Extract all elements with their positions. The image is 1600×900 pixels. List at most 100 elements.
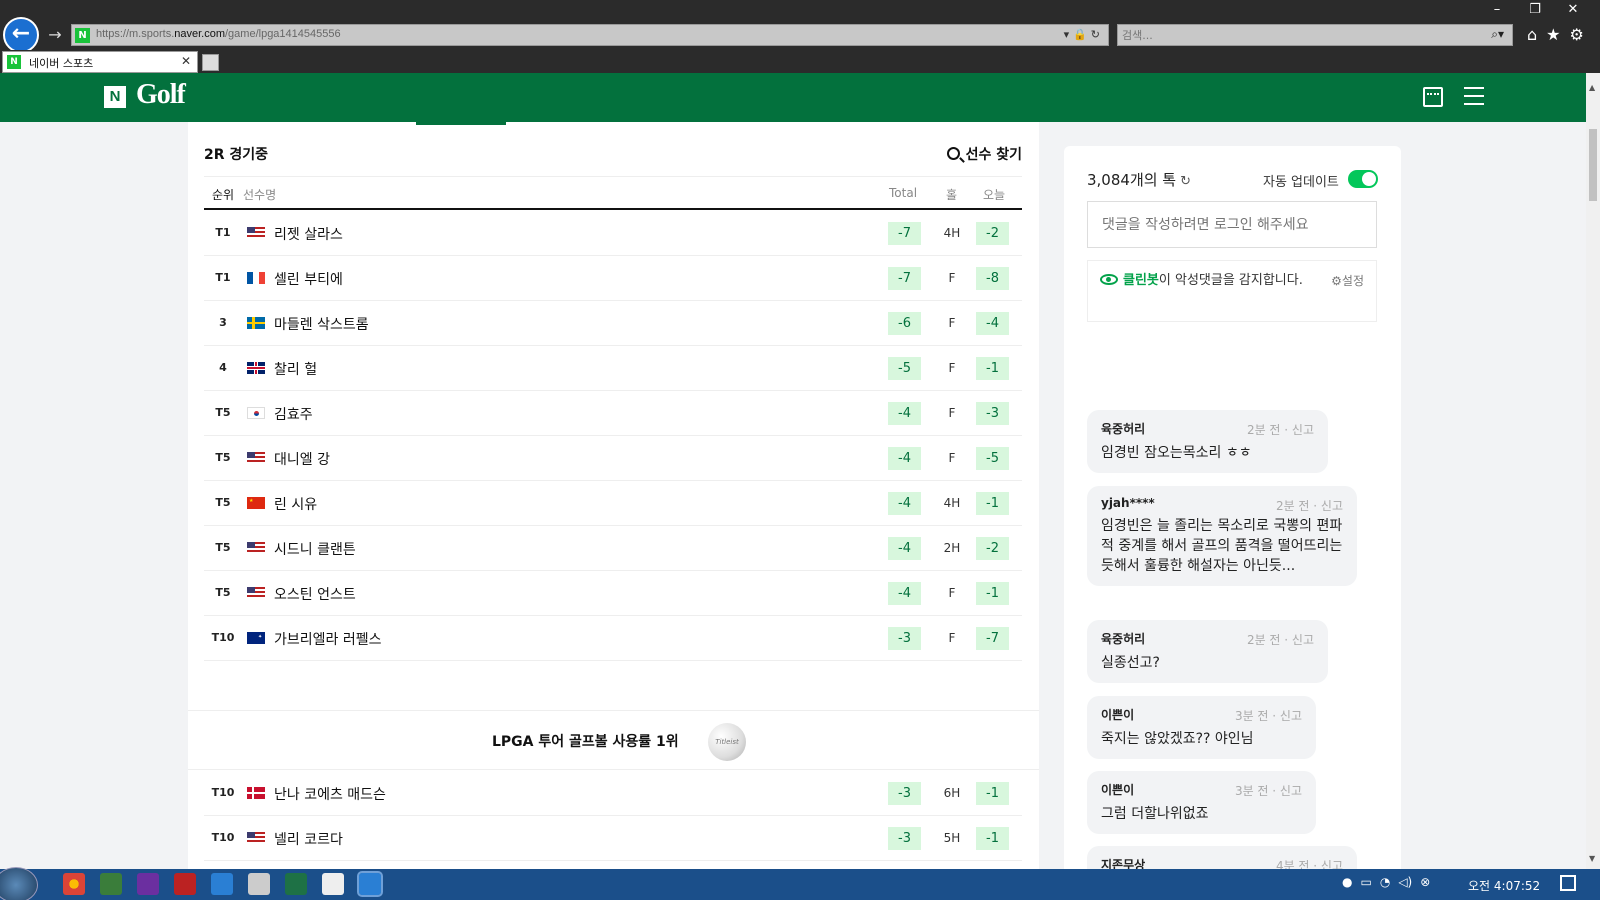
leaderboard-row[interactable]: 3 마들렌 삭스트롬 -6 F -4	[204, 301, 1022, 346]
hole-status: 4H	[943, 226, 961, 240]
hole-status: F	[948, 406, 956, 420]
ie-active-app-icon[interactable]	[357, 871, 383, 897]
player-name[interactable]: 리젯 살라스	[274, 224, 343, 244]
player-rank: T5	[215, 406, 231, 419]
app-icon-computer[interactable]	[248, 873, 270, 895]
favorites-star-icon[interactable]: ★	[1546, 25, 1560, 44]
total-score: -3	[888, 782, 921, 805]
player-name[interactable]: 셀린 부티에	[274, 269, 343, 289]
tab-naver-sports[interactable]: N 네이버 스포츠 ✕	[2, 51, 198, 73]
auto-update-toggle[interactable]	[1348, 170, 1378, 188]
network-icon[interactable]: ◔	[1380, 875, 1390, 889]
hole-status: 2H	[943, 541, 961, 555]
col-player-sort[interactable]: 선수명	[243, 186, 276, 203]
leaderboard-row[interactable]: T10 ✦ 가브리엘라 러펠스 -3 F -7	[204, 616, 1022, 661]
browser-search-input[interactable]	[1122, 27, 1452, 43]
leaderboard-row[interactable]: T1 셀린 부티에 -7 F -8	[204, 256, 1022, 301]
player-name[interactable]: 찰리 헐	[274, 359, 317, 379]
find-player-button[interactable]: 선수 찾기	[946, 144, 1022, 164]
back-button[interactable]: ←	[3, 17, 39, 53]
page-scrollbar[interactable]: ▲ ▼	[1586, 73, 1600, 869]
tray-close-icon[interactable]: ⊗	[1420, 875, 1430, 889]
leaderboard-row[interactable]: T5 오스틴 언스트 -4 F -1	[204, 571, 1022, 616]
player-rank: T10	[211, 831, 235, 844]
player-name[interactable]: 김효주	[274, 404, 313, 424]
url-text: https://m.sports.naver.com/game/lpga1414…	[96, 28, 341, 40]
golf-logo-text[interactable]: Golf	[136, 79, 186, 111]
ie-app-icon[interactable]	[211, 873, 233, 895]
cleanbot-notice: 클린봇이 악성댓글을 감지합니다. ⚙설정	[1087, 260, 1377, 322]
leaderboard-row[interactable]: T10 난나 코에츠 매드슨 -3 6H -1	[204, 771, 1022, 816]
volume-icon[interactable]: ◁)	[1398, 875, 1412, 889]
player-name[interactable]: 오스틴 언스트	[274, 584, 356, 604]
calendar-icon[interactable]	[1423, 87, 1443, 107]
scroll-up-icon[interactable]: ▲	[1589, 83, 1595, 92]
battery-icon[interactable]: ▭	[1360, 875, 1371, 889]
leaderboard-row[interactable]: T5 ★ 린 시유 -4 4H -1	[204, 481, 1022, 526]
search-icon[interactable]: ⌕▾	[1491, 27, 1504, 42]
leaderboard-row[interactable]: T5 김효주 -4 F -3	[204, 391, 1022, 436]
player-name[interactable]: 시드니 클랜튼	[274, 539, 356, 559]
leaderboard-row[interactable]: 4 찰리 헐 -5 F -1	[204, 346, 1022, 391]
leaderboard-row[interactable]: T10 넬리 코르다 -3 5H -1	[204, 816, 1022, 861]
cleanbot-setting-button[interactable]: ⚙설정	[1331, 271, 1364, 291]
browser-search-box[interactable]: ⌕▾	[1117, 24, 1513, 46]
scroll-down-icon[interactable]: ▼	[1589, 854, 1595, 863]
hamburger-menu-icon[interactable]	[1464, 87, 1484, 105]
notification-icon[interactable]	[1560, 875, 1576, 891]
comment-meta[interactable]: 2분 전 · 신고	[1247, 421, 1314, 438]
home-icon[interactable]: ⌂	[1527, 25, 1537, 44]
col-rank-sort[interactable]: 순위	[212, 186, 234, 203]
refresh-icon[interactable]: ↻	[1180, 174, 1191, 189]
new-tab-button[interactable]	[202, 54, 219, 71]
today-score: -5	[976, 447, 1009, 470]
close-window-icon[interactable]: ✕	[1554, 0, 1592, 20]
tray-app-icon[interactable]: ●	[1342, 875, 1352, 889]
scrollbar-thumb[interactable]	[1589, 129, 1597, 201]
naver-logo-icon[interactable]: N	[104, 86, 126, 108]
app-icon-red[interactable]	[174, 873, 196, 895]
leaderboard-row[interactable]: T5 시드니 클랜튼 -4 2H -2	[204, 526, 1022, 571]
comment-meta[interactable]: 3분 전 · 신고	[1235, 782, 1302, 799]
ad-banner[interactable]: LPGA 투어 골프볼 사용률 1위 Titleist	[188, 710, 1039, 770]
comment-meta[interactable]: 4분 전 · 신고	[1276, 857, 1343, 869]
player-rank: T10	[211, 631, 235, 644]
today-score: -3	[976, 402, 1009, 425]
restore-icon[interactable]: ❐	[1516, 0, 1554, 20]
address-bar[interactable]: N https://m.sports.naver.com/game/lpga14…	[71, 24, 1109, 46]
app-icon-i[interactable]	[137, 873, 159, 895]
player-name[interactable]: 난나 코에츠 매드슨	[274, 784, 386, 804]
player-name[interactable]: 마들렌 삭스트롬	[274, 314, 369, 334]
country-flag-icon: ★	[247, 497, 265, 509]
leaderboard-row[interactable]: T10리앤 오툴-36H-2	[204, 861, 1022, 869]
app-icon-globe[interactable]	[100, 873, 122, 895]
total-score: -4	[888, 537, 921, 560]
app-icon-chat[interactable]	[322, 873, 344, 895]
player-name[interactable]: 린 시유	[274, 494, 317, 514]
address-tools-icon[interactable]: ▾🔒↻	[1064, 28, 1104, 41]
player-name[interactable]: 넬리 코르다	[274, 829, 343, 849]
start-button[interactable]	[0, 867, 38, 900]
player-rank: 3	[219, 316, 227, 329]
excel-app-icon[interactable]	[285, 873, 307, 895]
today-score: -1	[976, 827, 1009, 850]
leaderboard-row[interactable]: T5 대니엘 강 -4 F -5	[204, 436, 1022, 481]
minimize-icon[interactable]: –	[1478, 0, 1516, 20]
player-name[interactable]: 가브리엘라 러펠스	[274, 629, 382, 649]
taskbar-clock[interactable]: 오전 4:07:52	[1468, 877, 1540, 894]
forward-button[interactable]: →	[44, 24, 66, 46]
comment-text: 죽지는 않았겠죠?? 야인님	[1101, 731, 1254, 747]
comment-meta[interactable]: 3분 전 · 신고	[1235, 707, 1302, 724]
tab-close-icon[interactable]: ✕	[181, 54, 191, 68]
settings-gear-icon[interactable]: ⚙	[1570, 25, 1584, 44]
comment-meta[interactable]: 2분 전 · 신고	[1247, 631, 1314, 648]
chrome-app-icon[interactable]	[63, 873, 85, 895]
comment-meta[interactable]: 2분 전 · 신고	[1276, 497, 1343, 514]
player-name[interactable]: 대니엘 강	[274, 449, 330, 469]
country-flag-icon	[247, 407, 265, 419]
country-flag-icon	[247, 587, 265, 599]
leaderboard-rows-bottom: T10 난나 코에츠 매드슨 -3 6H -1 T10 넬리 코르다 -3 5H -1 T10리앤 …	[204, 771, 1022, 869]
comment-input[interactable]	[1087, 201, 1377, 248]
auto-update-label: 자동 업데이트	[1263, 175, 1339, 190]
leaderboard-row[interactable]: T1 리젯 살라스 -7 4H -2	[204, 211, 1022, 256]
